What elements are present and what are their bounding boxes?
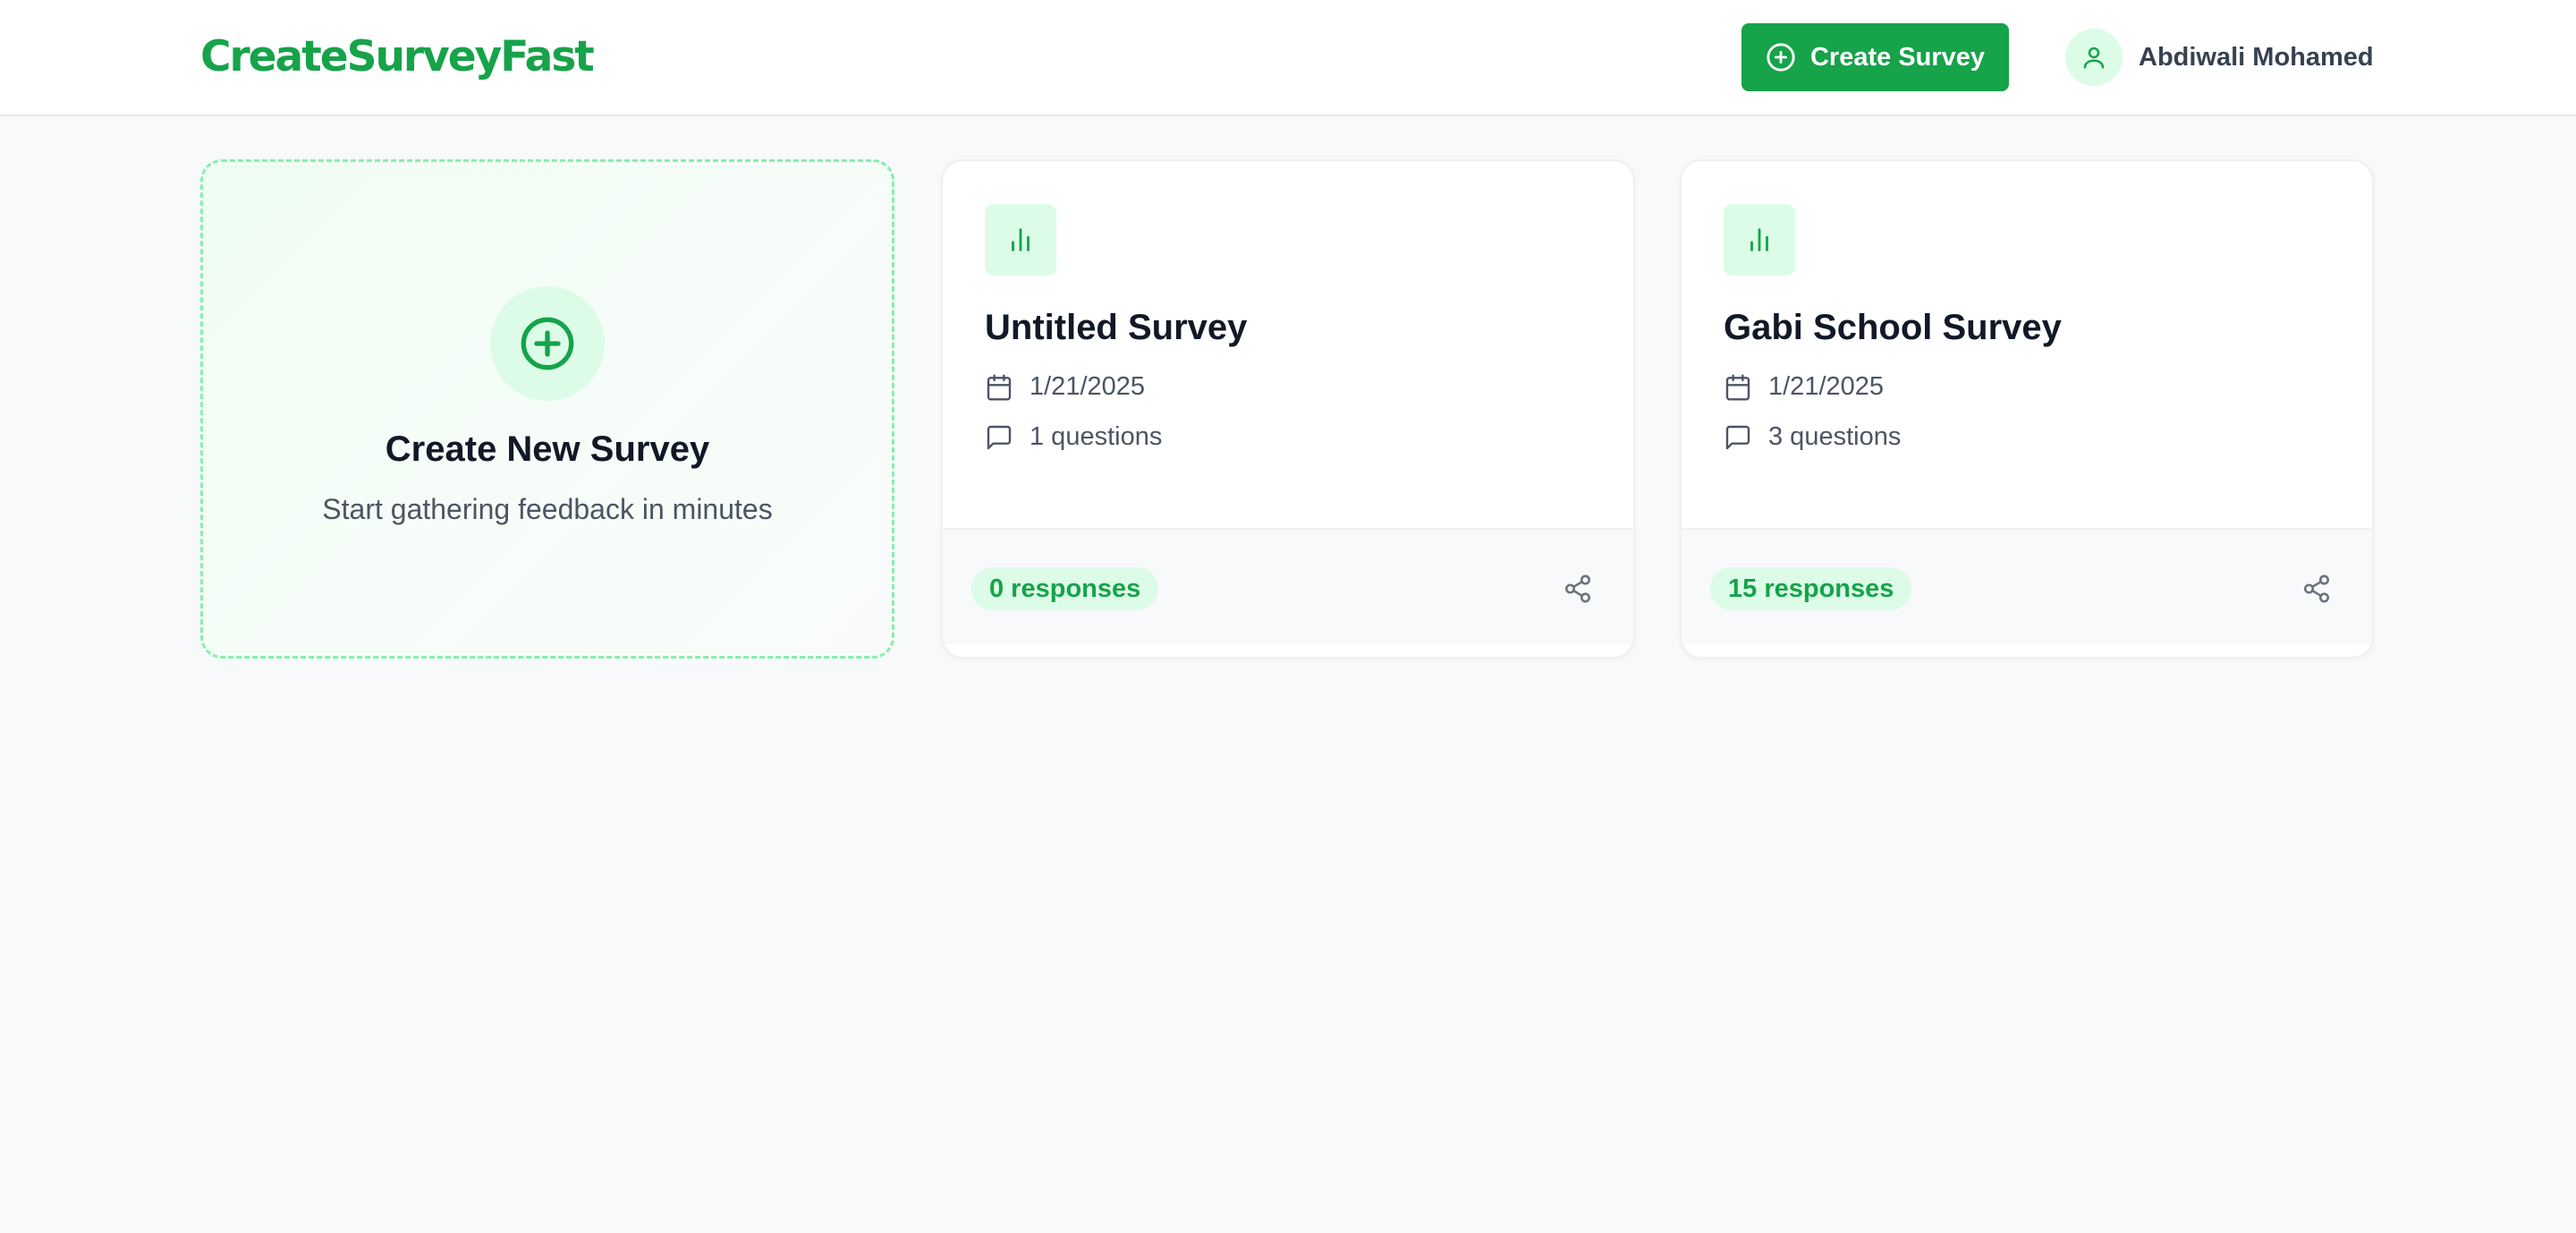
- user-icon: [2083, 47, 2105, 69]
- survey-card-footer: 15 responses: [1682, 528, 2372, 644]
- survey-card-footer: 0 responses: [943, 528, 1633, 644]
- share-button[interactable]: [2299, 571, 2334, 607]
- top-nav: CreateSurveyFast Create Survey Abdiwali …: [0, 0, 2576, 116]
- message-square-icon: [1725, 425, 1750, 449]
- user-name: Abdiwali Mohamed: [2139, 42, 2374, 72]
- survey-questions: 1 questions: [985, 422, 1162, 452]
- share-button[interactable]: [1560, 571, 1596, 607]
- survey-date: 1/21/2025: [1724, 372, 1884, 402]
- plus-circle-icon: [521, 317, 574, 370]
- share-icon: [1564, 574, 1591, 603]
- survey-chart-badge: [985, 204, 1056, 276]
- create-new-survey-title: Create New Survey: [385, 429, 710, 469]
- user-menu[interactable]: Abdiwali Mohamed: [2065, 29, 2374, 86]
- create-new-survey-subtitle: Start gathering feedback in minutes: [322, 493, 773, 525]
- survey-title: Untitled Survey: [985, 308, 1248, 347]
- survey-date-text: 1/21/2025: [1768, 372, 1885, 401]
- survey-card[interactable]: Gabi School Survey 1/21/2025 3 questions…: [1680, 159, 2374, 659]
- share-icon: [2303, 574, 2330, 603]
- create-new-survey-card[interactable]: Create New Survey Start gathering feedba…: [200, 159, 894, 659]
- new-survey-icon-circle: [490, 286, 605, 401]
- app-logo[interactable]: CreateSurveyFast: [200, 30, 595, 84]
- responses-badge: 15 responses: [1710, 567, 1912, 610]
- survey-title: Gabi School Survey: [1724, 308, 2062, 347]
- message-square-icon: [987, 425, 1012, 449]
- survey-questions: 3 questions: [1724, 422, 1901, 452]
- bar-chart-icon: [1012, 228, 1030, 251]
- survey-questions-text: 3 questions: [1768, 422, 1902, 451]
- survey-questions-text: 1 questions: [1030, 422, 1163, 451]
- bar-chart-icon: [1750, 228, 1768, 251]
- create-survey-button[interactable]: Create Survey: [1741, 23, 2009, 91]
- avatar: [2065, 29, 2123, 86]
- calendar-icon: [1725, 373, 1750, 401]
- survey-date-text: 1/21/2025: [1030, 372, 1146, 401]
- survey-card[interactable]: Untitled Survey 1/21/2025 1 questions 0 …: [941, 159, 1635, 659]
- survey-chart-badge: [1724, 204, 1795, 276]
- calendar-icon: [987, 373, 1012, 401]
- create-survey-label: Create Survey: [1809, 42, 1986, 72]
- responses-badge: 0 responses: [971, 567, 1159, 610]
- survey-date: 1/21/2025: [985, 372, 1145, 402]
- plus-circle-icon: [1767, 43, 1795, 72]
